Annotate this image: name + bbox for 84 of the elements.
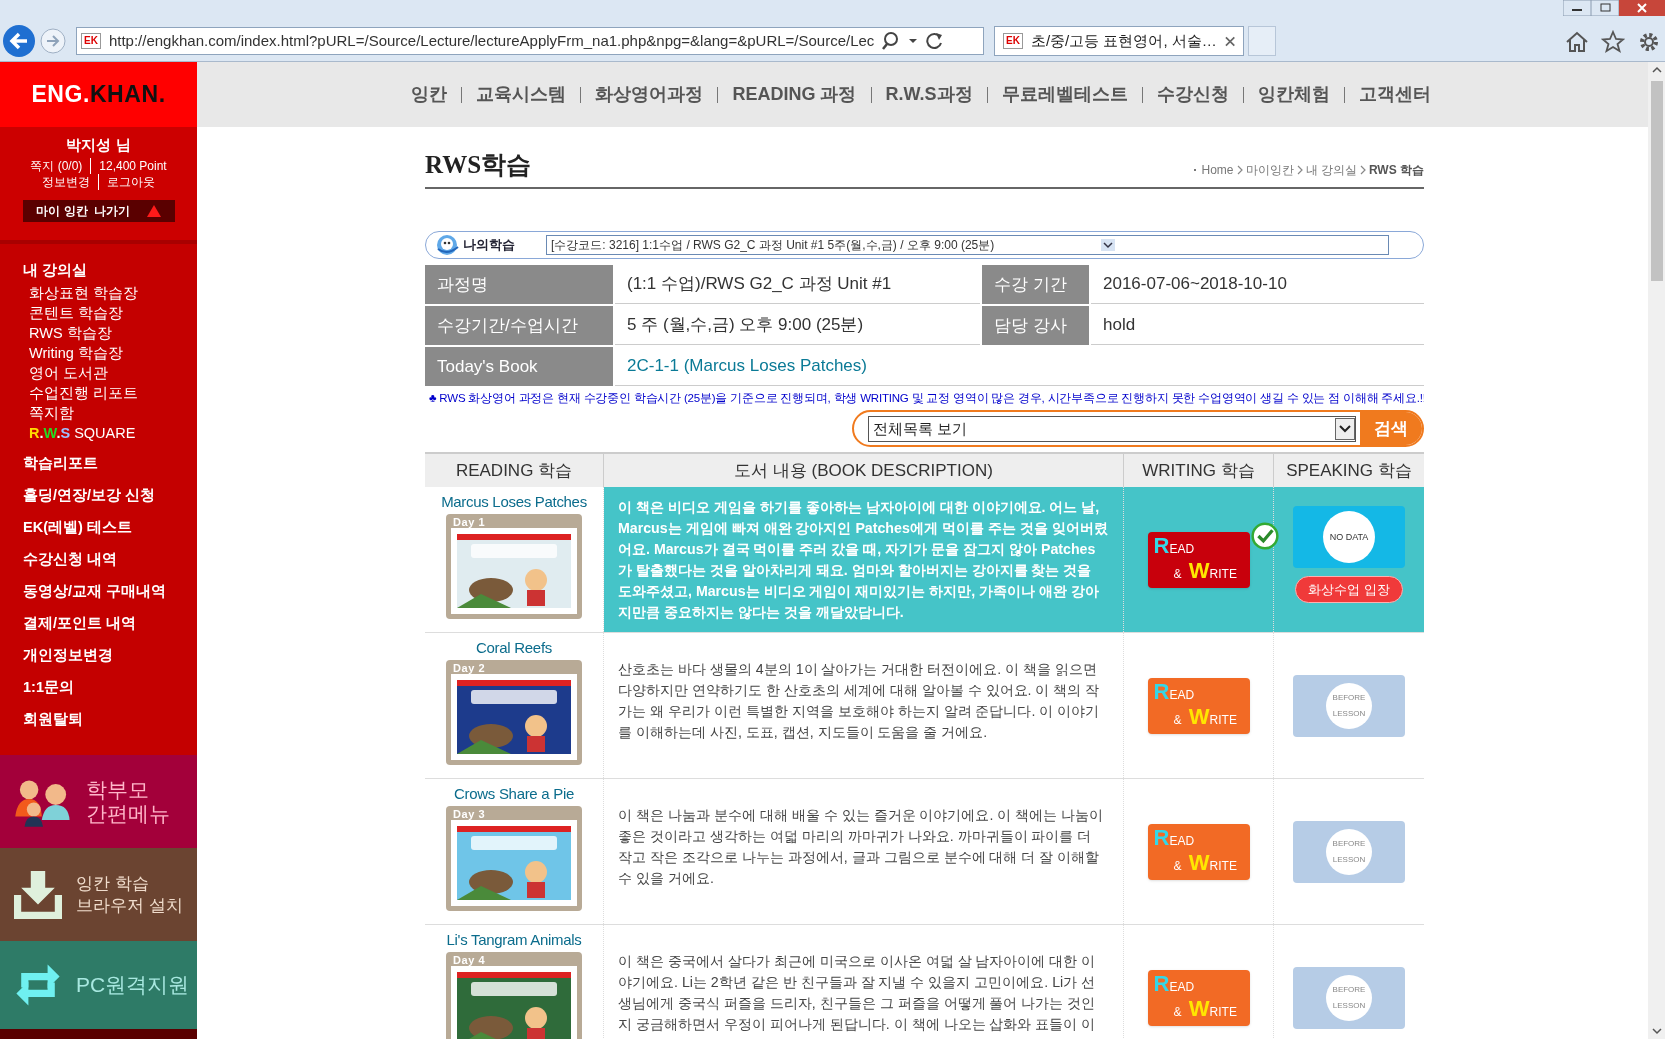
banner[interactable]: 학부모 간편메뉴 <box>0 755 197 848</box>
status-text: BEFORE LESSON <box>1326 828 1372 875</box>
sidebar-subitem[interactable]: 수업진행 리포트 <box>29 383 139 403</box>
sidebar-item[interactable]: 결제/포인트 내역 <box>23 613 197 634</box>
points-text: 12,400 Point <box>90 158 167 174</box>
sidebar-subitem[interactable]: 화상표현 학습장 <box>29 283 139 303</box>
book-link[interactable]: 2C-1-1 (Marcus Loses Patches) <box>615 347 1424 386</box>
sidebar-item[interactable]: EK(레벨) 테스트 <box>23 517 197 538</box>
logout-link[interactable]: 로그아웃 <box>98 174 155 190</box>
info-value: 2016-07-06~2018-10-10 <box>1091 265 1424 304</box>
tab-title: 초/중/고등 표현영어, 서술… <box>1030 30 1217 51</box>
logo[interactable]: ENG.KHAN. <box>0 62 197 127</box>
info-value: 5 주 (월,수,금) 오후 9:00 (25분) <box>615 306 980 345</box>
page-title: RWS학습 <box>425 150 532 180</box>
day-label: Day 2 <box>453 661 486 677</box>
breadcrumb-link[interactable]: 내 강의실 <box>1305 161 1357 179</box>
info-label: Today's Book <box>425 347 613 386</box>
info-label: 수강기간/수업시간 <box>425 306 613 345</box>
info-label: 수강 기간 <box>982 265 1089 304</box>
book-description: 이 책은 비디오 게임을 하기를 좋아하는 남자아이에 대한 이야기에요. 어느 날, Marcus는 게임에 빠져 애완 강아지인 Patches에게 먹이를 주는 것을 잊어버렸어요. Marcus가 결국 먹이를 주러 갔을 때, 자기가 문을 잠그지 않아 Patches가 탈출했다는 것을 알아차리게 돼요. 엄마와 할아버지는 강아지를 찾는 것을 도와주셨고, Marcus는 비디오 게임이 재미있기는 하지만, 가족이나 애완 강아지만큼 중요하지는 않다는 것을 깨달았답니다. <box>604 487 1124 633</box>
banner[interactable]: 잉칸 학습 브라우저 설치 <box>0 848 197 941</box>
sidebar-subitem[interactable]: 영어 도서관 <box>29 363 109 383</box>
book-title-link[interactable]: Li's Tangram Animals <box>446 930 582 951</box>
book-description: 이 책은 나눔과 분수에 대해 배울 수 있는 즐거운 이야기에요. 이 책에는 나눔이 좋은 것이라고 생각하는 여덟 마리의 까마귀가 나와요. 까마귀들이 파이를 더 작고 작은 조각으로 나누는 과정에서, 글과 그림으로 분수에 대해 더 잘 이해할 수 있을 거에요. <box>604 779 1124 925</box>
breadcrumb-link[interactable]: Home <box>1201 161 1234 179</box>
sidebar-subitem[interactable]: 쪽지함 <box>29 403 74 423</box>
join-class-button[interactable]: 화상수업 입장 <box>1295 576 1403 604</box>
day-label: Day 1 <box>453 515 486 531</box>
book-description: 산호초는 바다 생물의 4분의 1이 살아가는 거대한 터전이에요. 이 책을 읽으면 다양하지만 연약하기도 한 산호초의 세계에 대해 알아볼 수 있어요. 이 책의 작가는 왜 우리가 이런 특별한 지역을 보호해야 하는지 알려 준답니다. 이 이야기를 이해하는데 사진, 도표, 캡션, 지도들이 도움을 줄 거에요. <box>604 633 1124 779</box>
nav-link[interactable]: 잉칸 <box>411 81 448 108</box>
favicon: EK <box>1003 33 1023 49</box>
banner-text: 잉칸 학습 브라우저 설치 <box>76 872 183 917</box>
status-text: NO DATA <box>1323 511 1375 564</box>
edit-info-link[interactable]: 정보변경 <box>42 174 90 190</box>
day-label: Day 3 <box>453 807 486 823</box>
info-label: 과정명 <box>425 265 613 304</box>
browser-tab[interactable]: EK 초/중/고등 표현영어, 서술… <box>994 26 1244 56</box>
nav-link[interactable]: READING 과정 <box>732 81 857 108</box>
banner[interactable]: PC원격지원 <box>0 941 197 1029</box>
sidebar-subitem[interactable]: R.W.S SQUARE <box>29 423 136 443</box>
notice-text: ♣ RWS 화상영어 과정은 현재 수강중인 학습시간 (25분)을 기준으로 진행되며, 학생 WRITING 및 교정 영역이 많은 경우, 시간부족으로 진행하지 못한 수업영역이 생길 수 있는 점 이해해 주세요.!! <box>428 391 1424 406</box>
status-text: BEFORE LESSON <box>1326 974 1372 1021</box>
url-text: http://engkhan.com/index.html?pURL=/Source/Lecture/lectureApplyFrm_na1.php&npg=&lang=&pURL=/Source/Lec <box>108 30 874 51</box>
nav-link[interactable]: 화상영어과정 <box>595 81 704 108</box>
book-description: 이 책은 중국에서 살다가 최근에 미국으로 이사온 여덟 살 남자아이에 대한 이야기에요. Li는 2학년 같은 반 친구들과 잘 지낼 수 있을지 고민이에요. Li가 선생님에게 중국식 퍼즐을 드리자, 친구들은 그 퍼즐을 어떻게 풀어 나가는 것인지 궁금해하면서 우정이 피어나게 된답니다. 이 책에 나오는 삽화와 표들이 이 <box>604 925 1124 1039</box>
info-label: 담당 강사 <box>982 306 1089 345</box>
book-row[interactable]: Crows Share a Pie Day 3 이 책은 나눔과 분수에 대해 배울 수 있는 즐거운 이야기에요. 이 책에는 나눔이 좋은 것이라고 생각하는 여덟 마리의 까마귀가 나와요. 까마귀들이 파이를 더 작고 작은 조각으로 나누는 과정에서, 글과 그림으로 분수에 대해 더 잘 이해할 수 있을 거에요. READ & WRITE BEFORE LESSON <box>425 779 1424 926</box>
banner-text: 학부모 간편메뉴 <box>86 777 170 826</box>
breadcrumb-link[interactable]: 마이잉칸 <box>1245 161 1294 179</box>
course-select[interactable]: [수강코드: 3216] 1:1수업 / RWS G2_C 과정 Unit #1 5주(월,수,금) / 오후 9:00 (25분) <box>546 235 1389 255</box>
user-name: 박지성 님 <box>66 135 131 155</box>
sidebar-subitem[interactable]: RWS 학습장 <box>29 323 112 343</box>
sidebar-item[interactable]: 내 강의실 <box>23 260 197 281</box>
day-label: Day 4 <box>453 953 486 969</box>
exit-button[interactable]: 마이 잉칸 나가기 <box>22 200 175 222</box>
sidebar-item[interactable]: 학습리포트 <box>23 453 197 474</box>
nav-link[interactable]: 고객센터 <box>1358 81 1431 108</box>
nav-link[interactable]: 교육시스템 <box>476 81 567 108</box>
sidebar-item[interactable]: 동영상/교재 구매내역 <box>23 581 197 602</box>
sidebar-item[interactable]: 1:1문의 <box>23 677 197 698</box>
column-header: SPEAKING 학습 <box>1285 460 1413 482</box>
sidebar-item[interactable]: 수강신청 내역 <box>23 549 197 570</box>
sidebar-subitem[interactable]: 콘텐트 학습장 <box>29 303 124 323</box>
sidebar-item[interactable]: 회원탈퇴 <box>23 709 197 730</box>
sidebar-item[interactable]: 홀딩/연장/보강 신청 <box>23 485 197 506</box>
book-title-link[interactable]: Coral Reefs <box>476 638 552 659</box>
sidebar-item[interactable]: 개인정보변경 <box>23 645 197 666</box>
filter-select[interactable]: 전체목록 보기 <box>868 415 1356 442</box>
address-bar[interactable]: EK http://engkhan.com/index.html?pURL=/Source/Lecture/lectureApplyFrm_na1.php&npg=&lang=&pURL=/Source/Lec <box>76 27 984 55</box>
nav-link[interactable]: 잉칸체험 <box>1257 81 1330 108</box>
banner-text: PC원격지원 <box>76 973 190 997</box>
info-value: (1:1 수업)/RWS G2_C 과정 Unit #1 <box>615 265 980 304</box>
nav-link[interactable]: 무료레벨테스트 <box>1001 81 1128 108</box>
info-value: hold <box>1091 306 1424 345</box>
nav-link[interactable]: R.W.S과정 <box>885 81 973 108</box>
notes-link[interactable]: 쪽지 (0/0) <box>30 158 83 174</box>
my-study-label: 나의학습 <box>463 236 516 255</box>
book-title-link[interactable]: Marcus Loses Patches <box>441 492 587 513</box>
favicon: EK <box>81 33 101 49</box>
read-write-button[interactable]: READ & WRITE <box>1147 531 1250 588</box>
status-text: BEFORE LESSON <box>1326 682 1372 729</box>
nav-link[interactable]: 수강신청 <box>1156 81 1229 108</box>
sidebar-subitem[interactable]: Writing 학습장 <box>29 343 123 363</box>
book-title-link[interactable]: Crows Share a Pie <box>454 784 574 805</box>
